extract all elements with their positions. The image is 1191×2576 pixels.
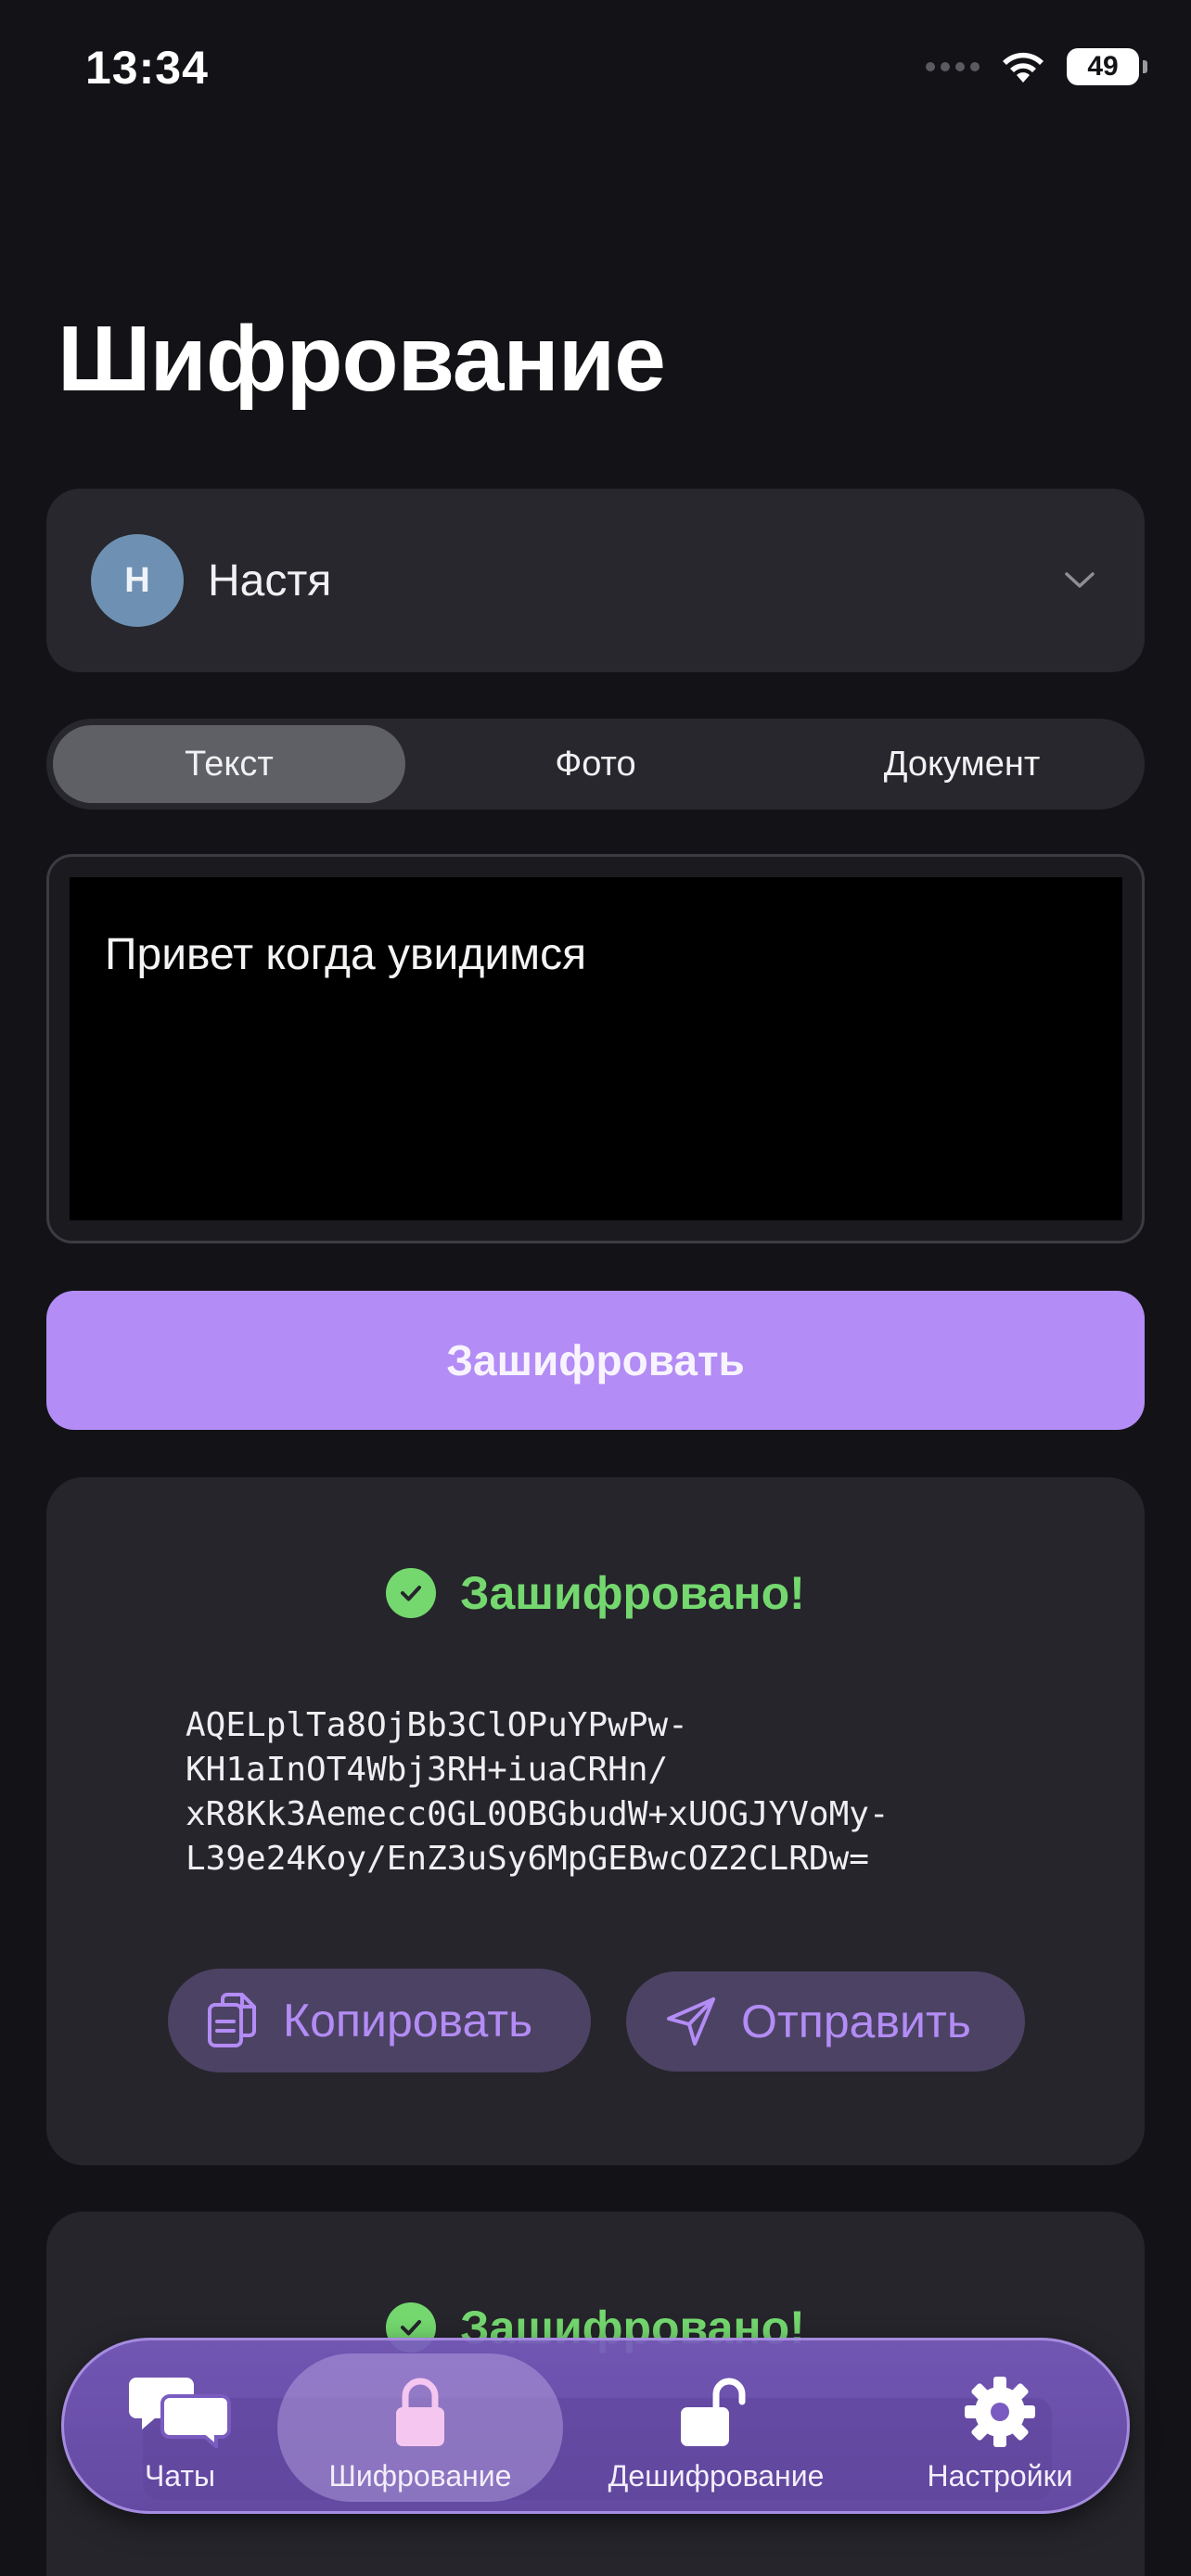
copy-button[interactable]: Копировать (168, 1969, 591, 2072)
nav-tab-settings-label: Настройки (927, 2459, 1073, 2493)
message-input[interactable]: Привет когда увидимся (46, 854, 1145, 1243)
send-icon (667, 1997, 715, 2046)
chevron-down-icon (1065, 572, 1095, 588)
copy-button-label: Копировать (283, 1995, 533, 2047)
contact-name: Настя (208, 555, 332, 606)
nav-tab-chats[interactable]: Чаты (78, 2368, 282, 2493)
unlock-icon (681, 2378, 746, 2446)
content-type-segmented-control: Текст Фото Документ (46, 719, 1145, 810)
encrypt-button[interactable]: Зашифровать (46, 1291, 1145, 1430)
tab-photo[interactable]: Фото (419, 725, 772, 803)
page-title: Шифрование (58, 307, 666, 411)
checkmark-circle-icon (386, 1568, 437, 1618)
result-status: Зашифровано! (46, 1566, 1145, 1620)
avatar: Н (91, 534, 184, 627)
wifi-icon (1003, 52, 1044, 83)
nav-tab-decrypt-label: Дешифрование (608, 2459, 825, 2493)
tab-document[interactable]: Документ (786, 725, 1138, 803)
send-button-label: Отправить (741, 1996, 971, 2047)
tab-text[interactable]: Текст (53, 725, 405, 803)
gear-icon (965, 2377, 1035, 2447)
send-button[interactable]: Отправить (626, 1971, 1025, 2072)
encryption-result-card: Зашифровано! AQELplTa8OjBb3ClOPuYPwPw- K… (46, 1477, 1145, 2165)
battery-icon: 49 (1067, 48, 1147, 85)
nav-tab-encrypt[interactable]: Шифрование (318, 2368, 522, 2493)
message-input-area[interactable]: Привет когда увидимся (70, 877, 1122, 1220)
nav-tab-encrypt-label: Шифрование (328, 2459, 512, 2493)
message-input-value: Привет когда увидимся (105, 930, 587, 979)
screen: 13:34 49 Шифрование Н Настя Текст Фото Д… (0, 0, 1191, 2576)
cellular-signal-icon (926, 62, 980, 71)
nav-tab-decrypt[interactable]: Дешифрование (608, 2368, 824, 2493)
result-status-text: Зашифровано! (460, 1567, 805, 1619)
nav-tab-settings[interactable]: Настройки (898, 2368, 1102, 2493)
lock-icon (396, 2378, 444, 2446)
status-time: 13:34 (85, 42, 209, 94)
ciphertext[interactable]: AQELplTa8OjBb3ClOPuYPwPw- KH1aInOT4Wbj3R… (186, 1703, 1020, 1881)
bottom-tab-bar: Чаты Шифрование Дешифрование Настройки (61, 2338, 1130, 2514)
status-icons: 49 (926, 48, 1147, 85)
copy-icon (208, 1993, 256, 2047)
chats-icon (129, 2378, 231, 2448)
nav-tab-chats-label: Чаты (144, 2459, 216, 2493)
contact-selector[interactable]: Н Настя (46, 489, 1145, 672)
